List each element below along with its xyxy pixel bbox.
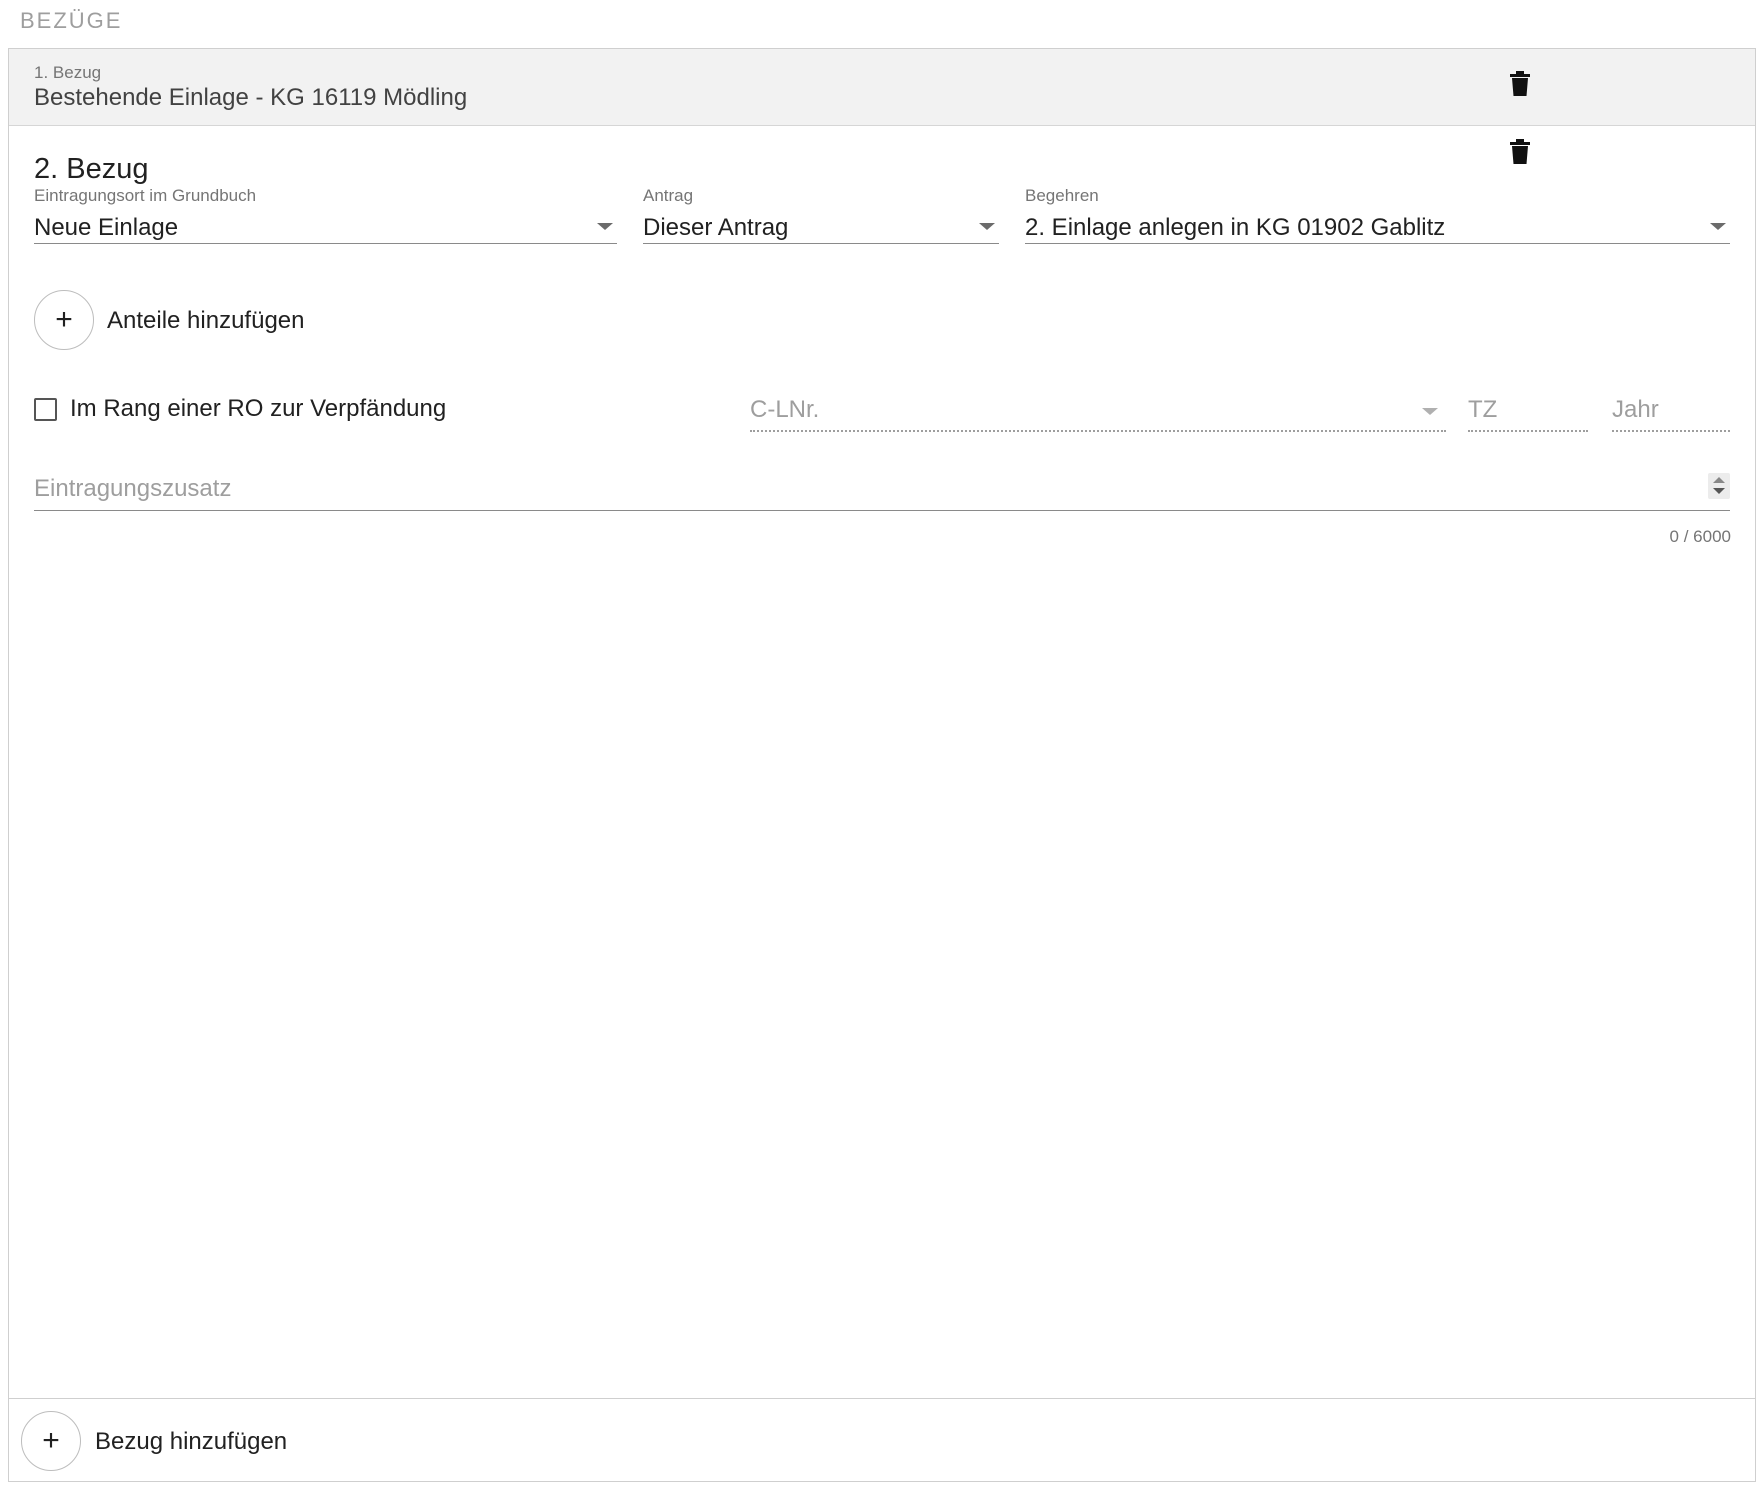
begehren-dropdown[interactable]: 2. Einlage anlegen in KG 01902 Gablitz	[1025, 208, 1730, 244]
bezug-1-header[interactable]: 1. Bezug Bestehende Einlage - KG 16119 M…	[9, 49, 1755, 126]
eintragungszusatz-textarea[interactable]: Eintragungszusatz	[34, 469, 1730, 511]
plus-icon: +	[42, 1424, 60, 1457]
add-bezug-button[interactable]: +	[21, 1411, 81, 1471]
antrag-label: Antrag	[643, 186, 694, 205]
chevron-down-icon	[1422, 408, 1438, 415]
jahr-field: Jahr	[1612, 392, 1730, 432]
antrag-value: Dieser Antrag	[643, 214, 789, 241]
bezug-1-label: 1. Bezug	[34, 63, 102, 82]
begehren-value: 2. Einlage anlegen in KG 01902 Gablitz	[1025, 214, 1446, 241]
character-counter: 0 / 6000	[1669, 527, 1731, 546]
eintragungsort-value: Neue Einlage	[34, 214, 179, 241]
footer-actions: + Bezug hinzufügen	[9, 1398, 1755, 1481]
begehren-label: Begehren	[1025, 186, 1099, 205]
eintragungsort-select: Eintragungsort im Grundbuch Neue Einlage	[34, 186, 617, 246]
begehren-select: Begehren 2. Einlage anlegen in KG 01902 …	[1025, 186, 1730, 246]
rang-checkbox[interactable]	[34, 398, 57, 421]
trash-icon[interactable]	[1509, 71, 1531, 97]
chevron-down-icon	[597, 223, 613, 230]
add-bezug-label[interactable]: Bezug hinzufügen	[95, 1428, 287, 1456]
tz-placeholder: TZ	[1468, 396, 1498, 423]
eintragungszusatz-placeholder: Eintragungszusatz	[34, 475, 232, 502]
antrag-select: Antrag Dieser Antrag	[643, 186, 999, 246]
bezuege-panel: 1. Bezug Bestehende Einlage - KG 16119 M…	[8, 48, 1756, 1482]
chevron-down-icon	[1710, 223, 1726, 230]
clnr-select: C-LNr.	[750, 392, 1446, 432]
antrag-dropdown[interactable]: Dieser Antrag	[643, 208, 999, 244]
bezug-1-value: Bestehende Einlage - KG 16119 Mödling	[34, 84, 468, 111]
chevron-down-icon	[979, 223, 995, 230]
plus-icon: +	[55, 303, 73, 336]
add-anteile-button[interactable]: +	[34, 290, 94, 350]
resize-handle-icon[interactable]	[1708, 473, 1730, 499]
clnr-placeholder: C-LNr.	[750, 396, 820, 423]
rang-checkbox-label[interactable]: Im Rang einer RO zur Verpfändung	[70, 395, 446, 423]
section-title: BEZÜGE	[20, 8, 123, 33]
eintragungsort-label: Eintragungsort im Grundbuch	[34, 186, 257, 205]
jahr-placeholder: Jahr	[1612, 396, 1659, 423]
trash-icon[interactable]	[1509, 139, 1531, 165]
bezug-2-title: 2. Bezug	[34, 153, 149, 185]
tz-field: TZ	[1468, 392, 1588, 432]
add-anteile-label[interactable]: Anteile hinzufügen	[107, 307, 304, 335]
eintragungsort-dropdown[interactable]: Neue Einlage	[34, 208, 617, 244]
